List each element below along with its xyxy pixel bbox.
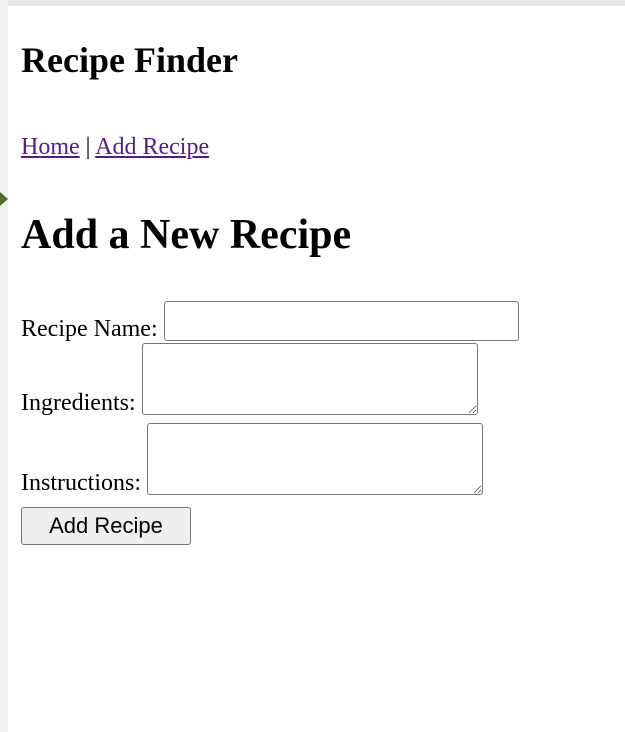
nav-separator: |	[79, 134, 96, 160]
ingredients-label: Ingredients:	[21, 390, 136, 416]
instructions-row: Instructions:	[21, 423, 483, 495]
nav-link-add-recipe[interactable]: Add Recipe	[95, 134, 209, 160]
page-title: Add a New Recipe	[21, 212, 352, 258]
site-title: Recipe Finder	[21, 40, 238, 80]
nav-link-home[interactable]: Home	[21, 134, 80, 160]
left-pointer-icon	[0, 192, 8, 206]
window-left-edge	[0, 0, 8, 732]
top-navigation: Home | Add Recipe	[21, 135, 209, 159]
ingredients-textarea[interactable]	[141, 343, 478, 415]
instructions-textarea[interactable]	[147, 423, 483, 495]
window-top-edge	[0, 0, 625, 6]
recipe-name-label: Recipe Name:	[21, 316, 158, 342]
ingredients-row: Ingredients:	[21, 343, 478, 415]
recipe-name-row: Recipe Name:	[21, 301, 519, 341]
instructions-label: Instructions:	[21, 470, 141, 496]
recipe-name-input[interactable]	[163, 301, 519, 341]
add-recipe-button[interactable]: Add Recipe	[21, 507, 191, 545]
